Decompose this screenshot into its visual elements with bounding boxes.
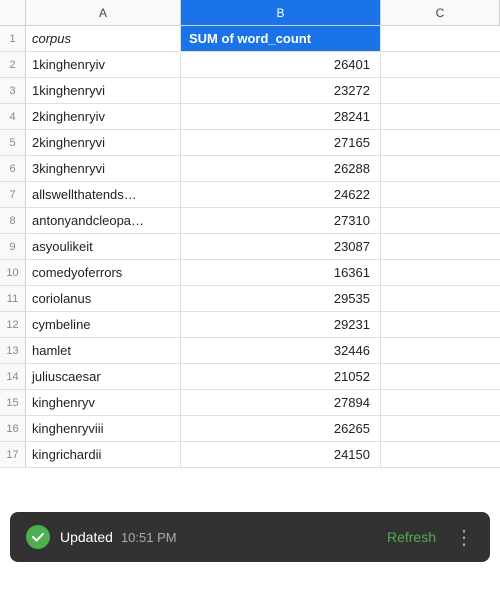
row-number: 2	[0, 52, 26, 77]
cell-wordcount[interactable]: 26265	[181, 416, 381, 441]
row-number: 11	[0, 286, 26, 311]
spreadsheet: A B C 1 corpus SUM of word_count 2 1king…	[0, 0, 500, 598]
row-number: 8	[0, 208, 26, 233]
toast-refresh-button[interactable]: Refresh	[387, 529, 436, 545]
cell-b1[interactable]: SUM of word_count	[181, 26, 381, 51]
cell-wordcount[interactable]: 23087	[181, 234, 381, 259]
cell-c	[381, 312, 500, 337]
header-corner	[0, 0, 26, 25]
table-row: 16 kinghenryviii 26265	[0, 416, 500, 442]
cell-corpus[interactable]: 1kinghenryiv	[26, 52, 181, 77]
cell-wordcount[interactable]: 29535	[181, 286, 381, 311]
peek-cell-c	[381, 442, 500, 467]
col-header-c: C	[381, 0, 500, 25]
table-row: 15 kinghenryv 27894	[0, 390, 500, 416]
cell-corpus[interactable]: juliuscaesar	[26, 364, 181, 389]
col-header-a: A	[26, 0, 181, 25]
cell-c	[381, 52, 500, 77]
table-row: 10 comedyoferrors 16361	[0, 260, 500, 286]
table-row: 7 allswellthatends… 24622	[0, 182, 500, 208]
row-number: 13	[0, 338, 26, 363]
row-number: 7	[0, 182, 26, 207]
row-number: 6	[0, 156, 26, 181]
toast-status: Updated	[60, 529, 113, 545]
cell-corpus[interactable]: asyoulikeit	[26, 234, 181, 259]
peek-row-num: 17	[0, 442, 26, 467]
peek-row: 17 kingrichardii 24150	[0, 442, 500, 468]
peek-cell-b: 24150	[181, 442, 381, 467]
toast-text: Updated 10:51 PM	[60, 529, 369, 545]
peek-cell-a: kingrichardii	[26, 442, 181, 467]
table-row: 14 juliuscaesar 21052	[0, 364, 500, 390]
data-header-row: 1 corpus SUM of word_count	[0, 26, 500, 52]
table-row: 12 cymbeline 29231	[0, 312, 500, 338]
table-row: 11 coriolanus 29535	[0, 286, 500, 312]
cell-corpus[interactable]: 2kinghenryvi	[26, 130, 181, 155]
table-row: 3 1kinghenryvi 23272	[0, 78, 500, 104]
cell-c	[381, 182, 500, 207]
row-number: 3	[0, 78, 26, 103]
cell-c	[381, 78, 500, 103]
cell-wordcount[interactable]: 27165	[181, 130, 381, 155]
cell-wordcount[interactable]: 27894	[181, 390, 381, 415]
cell-wordcount[interactable]: 16361	[181, 260, 381, 285]
cell-corpus[interactable]: allswellthatends…	[26, 182, 181, 207]
cell-wordcount[interactable]: 26401	[181, 52, 381, 77]
cell-corpus[interactable]: kinghenryv	[26, 390, 181, 415]
cell-corpus[interactable]: hamlet	[26, 338, 181, 363]
table-row: 5 2kinghenryvi 27165	[0, 130, 500, 156]
col-header-b: B	[181, 0, 381, 25]
cell-wordcount[interactable]: 32446	[181, 338, 381, 363]
cell-c	[381, 260, 500, 285]
cell-c	[381, 338, 500, 363]
cell-corpus[interactable]: 3kinghenryvi	[26, 156, 181, 181]
row-number: 15	[0, 390, 26, 415]
cell-c	[381, 156, 500, 181]
row-number: 12	[0, 312, 26, 337]
toast-check-icon	[26, 525, 50, 549]
cell-c	[381, 416, 500, 441]
cell-corpus[interactable]: cymbeline	[26, 312, 181, 337]
toast-time: 10:51 PM	[121, 530, 177, 545]
cell-c	[381, 234, 500, 259]
table-row: 4 2kinghenryiv 28241	[0, 104, 500, 130]
table-row: 13 hamlet 32446	[0, 338, 500, 364]
row-number: 9	[0, 234, 26, 259]
row-number: 10	[0, 260, 26, 285]
cell-corpus[interactable]: kinghenryviii	[26, 416, 181, 441]
cell-wordcount[interactable]: 29231	[181, 312, 381, 337]
cell-c	[381, 286, 500, 311]
cell-wordcount[interactable]: 27310	[181, 208, 381, 233]
toast-notification: Updated 10:51 PM Refresh ⋮	[10, 512, 490, 562]
cell-wordcount[interactable]: 23272	[181, 78, 381, 103]
row-num: 1	[0, 26, 26, 51]
cell-corpus[interactable]: 1kinghenryvi	[26, 78, 181, 103]
cell-c	[381, 104, 500, 129]
cell-wordcount[interactable]: 28241	[181, 104, 381, 129]
cell-c	[381, 390, 500, 415]
cell-a1[interactable]: corpus	[26, 26, 181, 51]
cell-c	[381, 130, 500, 155]
row-number: 4	[0, 104, 26, 129]
row-number: 14	[0, 364, 26, 389]
table-row: 2 1kinghenryiv 26401	[0, 52, 500, 78]
table-row: 6 3kinghenryvi 26288	[0, 156, 500, 182]
table-body: 2 1kinghenryiv 26401 3 1kinghenryvi 2327…	[0, 52, 500, 442]
cell-corpus[interactable]: 2kinghenryiv	[26, 104, 181, 129]
cell-c	[381, 208, 500, 233]
table-row: 9 asyoulikeit 23087	[0, 234, 500, 260]
row-number: 5	[0, 130, 26, 155]
row-number: 16	[0, 416, 26, 441]
toast-more-button[interactable]: ⋮	[454, 525, 474, 550]
cell-corpus[interactable]: comedyoferrors	[26, 260, 181, 285]
cell-corpus[interactable]: coriolanus	[26, 286, 181, 311]
cell-wordcount[interactable]: 21052	[181, 364, 381, 389]
cell-c	[381, 364, 500, 389]
table-row: 8 antonyandcleopa… 27310	[0, 208, 500, 234]
cell-corpus[interactable]: antonyandcleopa…	[26, 208, 181, 233]
cell-c1	[381, 26, 500, 51]
column-headers: A B C	[0, 0, 500, 26]
cell-wordcount[interactable]: 26288	[181, 156, 381, 181]
cell-wordcount[interactable]: 24622	[181, 182, 381, 207]
